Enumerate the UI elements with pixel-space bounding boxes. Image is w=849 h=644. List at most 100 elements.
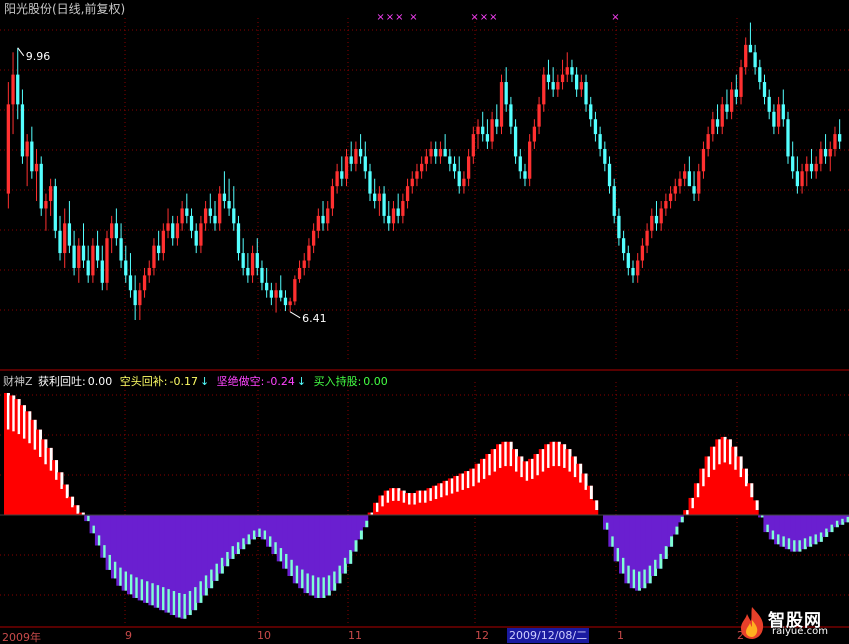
- candle-up: [528, 141, 532, 179]
- candle-down: [128, 275, 133, 291]
- candle-down: [255, 253, 259, 268]
- candle-down: [124, 260, 128, 276]
- candle-down: [786, 119, 790, 157]
- watermark-logo: 智股网 raiyue.com: [736, 604, 849, 644]
- candle-down: [260, 267, 264, 283]
- candle-up: [673, 186, 677, 194]
- candle-down: [551, 82, 555, 90]
- legend-item-buy-hold: 买入持股: 0.00: [313, 375, 388, 388]
- candle-down: [485, 134, 490, 142]
- candle-down: [513, 126, 518, 157]
- candle-down: [222, 193, 227, 202]
- candle-down: [546, 74, 551, 83]
- signal-marker: ×: [489, 12, 497, 23]
- candle-down: [156, 245, 161, 254]
- candle-up: [288, 301, 292, 306]
- candle-up: [429, 148, 433, 157]
- candle-down: [227, 201, 231, 209]
- candle-down: [39, 163, 43, 209]
- candle-down: [358, 148, 363, 157]
- candle-up: [532, 126, 537, 142]
- candle-up: [161, 230, 165, 254]
- candle-down: [30, 141, 34, 172]
- candle-up: [466, 156, 471, 179]
- candle-down: [100, 260, 104, 283]
- candle-up: [335, 171, 339, 187]
- candle-up: [180, 208, 184, 224]
- candle-up: [701, 148, 706, 172]
- candle-up: [91, 245, 95, 276]
- high-marker-line: [17, 47, 25, 57]
- candle-down: [349, 156, 353, 164]
- candle-down: [321, 215, 325, 224]
- candle-up: [410, 178, 414, 187]
- date-label: 10: [257, 629, 271, 642]
- candle-down: [67, 223, 72, 246]
- candle-up: [819, 148, 823, 164]
- candle-up: [805, 163, 809, 172]
- candle-down: [823, 148, 828, 157]
- indicator-bar-edge: [349, 550, 353, 564]
- candle-down: [574, 74, 579, 90]
- candle-down: [495, 119, 499, 127]
- indicator-bar-edge: [76, 505, 80, 514]
- candle-down: [16, 74, 20, 105]
- candle-down: [626, 253, 630, 268]
- candle-down: [612, 186, 616, 216]
- candle-up: [218, 193, 222, 224]
- candle-down: [189, 215, 194, 231]
- candle-up: [44, 201, 48, 209]
- candle-up: [720, 104, 724, 127]
- candle-up: [311, 230, 316, 246]
- candle-down: [194, 230, 198, 246]
- candle-up: [307, 245, 311, 261]
- candle-up: [138, 290, 142, 306]
- candle-down: [617, 215, 621, 239]
- candle-up: [330, 186, 335, 209]
- candle-down: [767, 96, 771, 112]
- low-marker-line: [289, 311, 301, 319]
- watermark-url: raiyue.com: [772, 626, 828, 637]
- signal-marker: ×: [480, 12, 488, 23]
- candle-down: [481, 126, 485, 135]
- candle-up: [293, 279, 297, 302]
- candle-up: [25, 141, 29, 157]
- candle-up: [462, 178, 466, 187]
- candle-down: [58, 230, 62, 254]
- candle-down: [598, 134, 602, 149]
- candle-down: [654, 215, 659, 224]
- candle-down: [95, 245, 100, 261]
- candle-up: [105, 238, 109, 283]
- candle-up: [34, 163, 39, 172]
- candle-up: [556, 82, 560, 90]
- candle-up: [147, 267, 151, 276]
- candle-up: [560, 74, 565, 83]
- indicator-bar-edge: [750, 483, 754, 498]
- candle-up: [199, 223, 203, 246]
- indicator-bar-edge: [675, 526, 679, 535]
- candle-down: [363, 156, 367, 172]
- candle-down: [340, 171, 344, 179]
- signal-marker: ×: [395, 12, 403, 23]
- candle-up: [316, 215, 320, 231]
- candle-down: [603, 148, 607, 164]
- chart-canvas[interactable]: 9.966.41×××××××××××××: [0, 0, 849, 644]
- date-label: 1: [617, 629, 624, 642]
- signal-marker: ×: [386, 12, 394, 23]
- candle-down: [20, 104, 25, 157]
- candle-up: [739, 67, 743, 97]
- candle-up: [697, 171, 701, 194]
- legend-item-profit-taking: 获利回吐: 0.00: [38, 375, 113, 388]
- candle-down: [570, 67, 574, 75]
- candle-up: [565, 67, 569, 75]
- candle-up: [302, 260, 306, 268]
- candle-up: [678, 178, 682, 187]
- candle-down: [725, 104, 729, 112]
- candle-down: [838, 134, 842, 142]
- candle-up: [175, 223, 180, 239]
- candle-up: [142, 275, 147, 291]
- signal-marker: ×: [376, 12, 384, 23]
- candle-up: [6, 104, 10, 194]
- signal-marker: ×: [611, 12, 619, 23]
- candle-up: [833, 134, 837, 149]
